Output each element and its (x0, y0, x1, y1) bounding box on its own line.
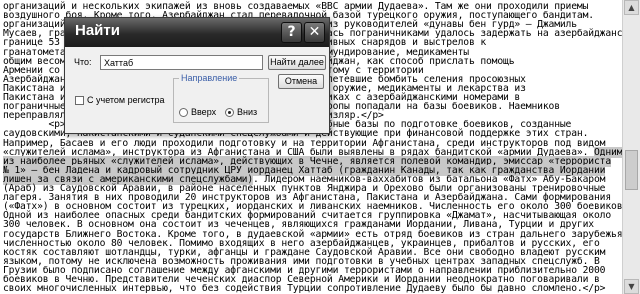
direction-up-label: Вверх (191, 107, 217, 117)
direction-label: Направление (179, 73, 240, 83)
scroll-down-icon[interactable]: ▼ (624, 279, 639, 294)
dialog-titlebar[interactable]: Найти ? ✕ (65, 18, 329, 47)
vertical-scrollbar[interactable]: ▲ ▼ (622, 0, 640, 294)
match-case-checkbox[interactable] (75, 96, 84, 105)
find-what-label: Что: (74, 57, 92, 67)
match-case-label: С учетом регистра (87, 95, 165, 105)
help-icon[interactable]: ? (281, 22, 302, 43)
direction-up-radio[interactable] (179, 108, 188, 117)
close-icon[interactable]: ✕ (304, 22, 325, 43)
dialog-title: Найти (75, 22, 120, 39)
text-line: своих многочисленных интервью, что без с… (3, 283, 605, 294)
cancel-button[interactable]: Отмена (278, 74, 324, 89)
scroll-up-icon[interactable]: ▲ (624, 0, 639, 15)
direction-down-label: Вниз (237, 107, 258, 117)
text-line-content: своих многочисленных интервью, что без с… (3, 283, 606, 294)
scrollbar-thumb[interactable] (625, 150, 638, 190)
find-what-input[interactable] (100, 55, 263, 70)
find-dialog: Найти ? ✕ Что: Найти далее Отмена Направ… (64, 17, 330, 134)
direction-down-radio[interactable] (225, 108, 234, 117)
find-next-button[interactable]: Найти далее (268, 55, 326, 70)
